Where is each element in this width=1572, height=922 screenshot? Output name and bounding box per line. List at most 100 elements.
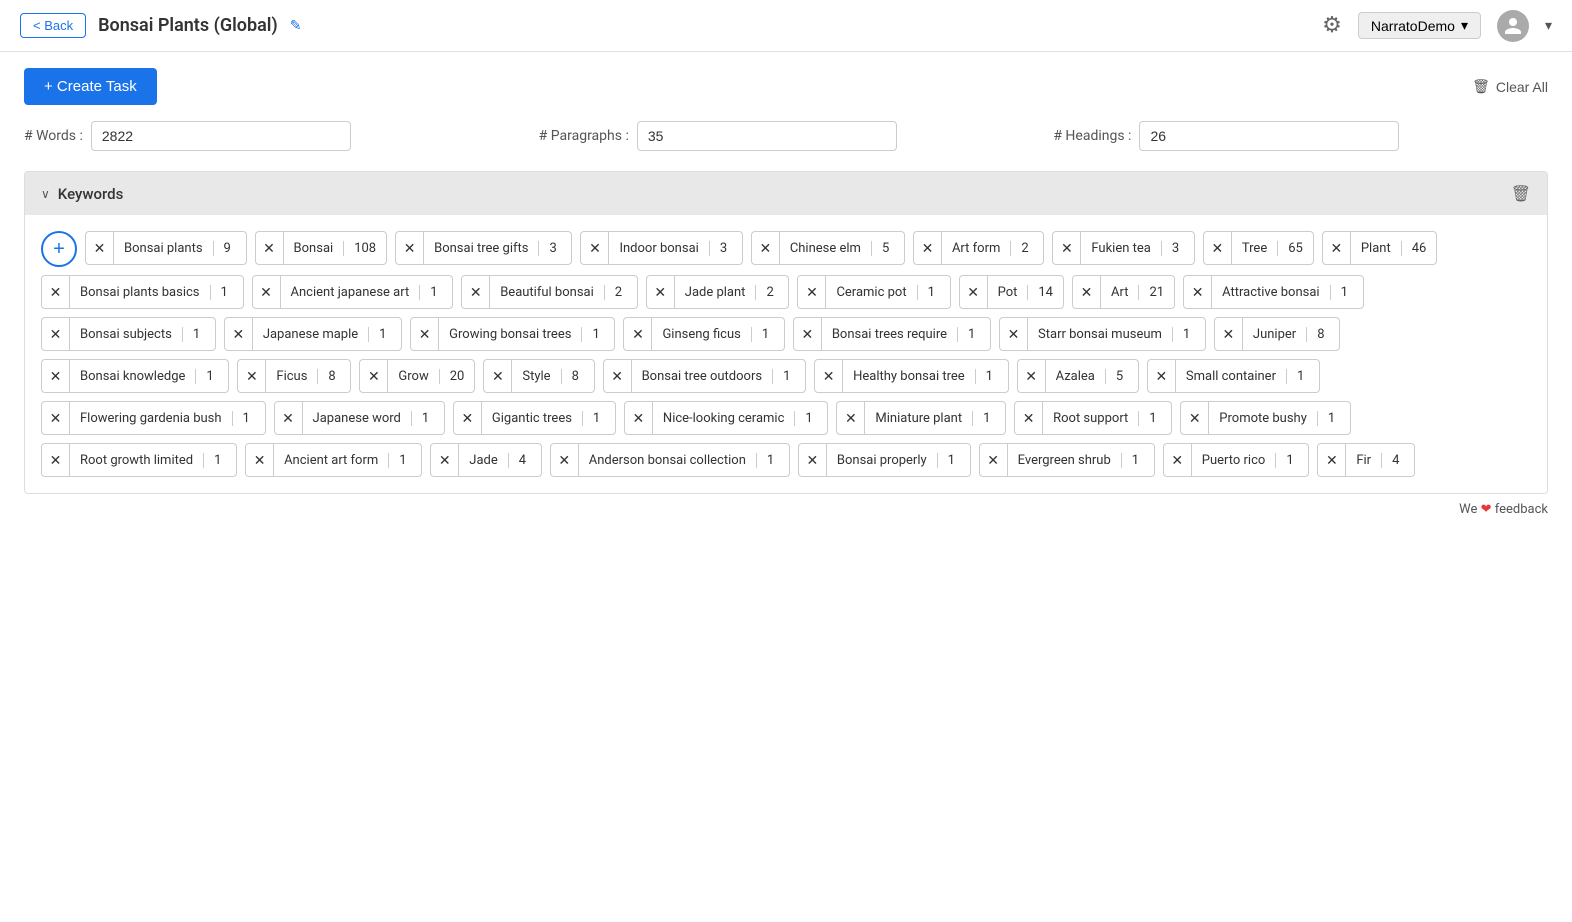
keyword-count: 1 [196, 369, 228, 384]
keyword-count: 9 [214, 241, 246, 256]
keyword-remove-button[interactable]: ✕ [1073, 275, 1101, 309]
keyword-remove-button[interactable]: ✕ [625, 401, 653, 435]
keyword-tag: ✕ Bonsai plants basics 1 [41, 275, 244, 309]
keyword-count: 1 [938, 453, 970, 468]
keyword-remove-button[interactable]: ✕ [246, 443, 274, 477]
user-dropdown[interactable]: NarratoDemo ▾ [1358, 12, 1481, 39]
keyword-remove-button[interactable]: ✕ [1164, 443, 1192, 477]
keyword-count: 2 [1011, 241, 1043, 256]
keyword-remove-button[interactable]: ✕ [238, 359, 266, 393]
keyword-remove-button[interactable]: ✕ [1323, 231, 1351, 265]
keyword-remove-button[interactable]: ✕ [647, 275, 675, 309]
keywords-delete-icon[interactable]: 🗑 [1511, 184, 1531, 203]
keyword-text: Flowering gardenia bush [70, 411, 233, 426]
keyword-tag: ✕ Anderson bonsai collection 1 [550, 443, 790, 477]
keyword-count: 1 [389, 453, 421, 468]
keyword-remove-button[interactable]: ✕ [551, 443, 579, 477]
keyword-tag: ✕ Ceramic pot 1 [797, 275, 950, 309]
avatar[interactable] [1497, 10, 1529, 42]
keyword-text: Bonsai properly [827, 453, 938, 468]
keyword-remove-button[interactable]: ✕ [256, 231, 284, 265]
keyword-tag: ✕ Plant 46 [1322, 231, 1438, 265]
keyword-text: Bonsai knowledge [70, 369, 196, 384]
keyword-remove-button[interactable]: ✕ [42, 443, 70, 477]
keyword-remove-button[interactable]: ✕ [1015, 401, 1043, 435]
keyword-remove-button[interactable]: ✕ [396, 231, 424, 265]
keyword-remove-button[interactable]: ✕ [960, 275, 988, 309]
create-task-button[interactable]: + Create Task [24, 68, 157, 105]
keyword-remove-button[interactable]: ✕ [1318, 443, 1346, 477]
keyword-remove-button[interactable]: ✕ [798, 275, 826, 309]
keyword-remove-button[interactable]: ✕ [752, 231, 780, 265]
chevron-down-icon[interactable]: ∨ [41, 187, 50, 201]
keyword-remove-button[interactable]: ✕ [624, 317, 652, 351]
keyword-remove-button[interactable]: ✕ [1148, 359, 1176, 393]
keyword-tag: ✕ Bonsai knowledge 1 [41, 359, 229, 393]
keyword-remove-button[interactable]: ✕ [42, 275, 70, 309]
trash-icon: 🗑 [1472, 78, 1490, 95]
headings-input[interactable] [1139, 121, 1399, 151]
keyword-count: 1 [1287, 369, 1319, 384]
keyword-count: 1 [583, 411, 615, 426]
keyword-remove-button[interactable]: ✕ [360, 359, 388, 393]
keyword-remove-button[interactable]: ✕ [42, 401, 70, 435]
keyword-remove-button[interactable]: ✕ [1204, 231, 1232, 265]
keyword-remove-button[interactable]: ✕ [275, 401, 303, 435]
keyword-text: Jade [459, 453, 508, 468]
keyword-remove-button[interactable]: ✕ [1053, 231, 1081, 265]
keyword-tag: ✕ Promote bushy 1 [1180, 401, 1351, 435]
keyword-remove-button[interactable]: ✕ [1000, 317, 1028, 351]
keyword-count: 4 [509, 453, 541, 468]
keyword-remove-button[interactable]: ✕ [794, 317, 822, 351]
keyword-remove-button[interactable]: ✕ [462, 275, 490, 309]
keyword-tag: ✕ Style 8 [483, 359, 594, 393]
keyword-remove-button[interactable]: ✕ [815, 359, 843, 393]
clear-all-label: Clear All [1496, 79, 1548, 95]
keyword-remove-button[interactable]: ✕ [42, 359, 70, 393]
keyword-text: Ancient art form [274, 453, 389, 468]
keyword-text: Root growth limited [70, 453, 204, 468]
keyword-remove-button[interactable]: ✕ [225, 317, 253, 351]
add-keyword-button[interactable]: + [41, 231, 77, 267]
keyword-remove-button[interactable]: ✕ [86, 231, 114, 265]
keyword-remove-button[interactable]: ✕ [604, 359, 632, 393]
clear-all-button[interactable]: 🗑 Clear All [1472, 78, 1548, 95]
keyword-remove-button[interactable]: ✕ [253, 275, 281, 309]
keyword-remove-button[interactable]: ✕ [411, 317, 439, 351]
keyword-tag: ✕ Pot 14 [959, 275, 1064, 309]
keyword-text: Healthy bonsai tree [843, 369, 976, 384]
keyword-remove-button[interactable]: ✕ [42, 317, 70, 351]
user-dropdown-arrow[interactable]: ▾ [1545, 18, 1552, 34]
header-left: < Back Bonsai Plants (Global) ✎ [20, 13, 301, 38]
keyword-count: 1 [1139, 411, 1171, 426]
keyword-remove-button[interactable]: ✕ [1018, 359, 1046, 393]
keyword-tag: ✕ Indoor bonsai 3 [580, 231, 742, 265]
words-stat: # Words : [24, 121, 519, 151]
keyword-remove-button[interactable]: ✕ [799, 443, 827, 477]
keyword-remove-button[interactable]: ✕ [1215, 317, 1243, 351]
keyword-remove-button[interactable]: ✕ [1184, 275, 1212, 309]
edit-icon[interactable]: ✎ [290, 18, 302, 34]
keyword-count: 46 [1402, 241, 1437, 256]
gear-icon[interactable]: ⚙ [1322, 13, 1342, 38]
keyword-text: Ficus [266, 369, 318, 384]
keyword-count: 1 [918, 285, 950, 300]
keyword-remove-button[interactable]: ✕ [484, 359, 512, 393]
keyword-remove-button[interactable]: ✕ [581, 231, 609, 265]
keyword-text: Pot [988, 285, 1029, 300]
keyword-tag: ✕ Jade 4 [430, 443, 541, 477]
keyword-remove-button[interactable]: ✕ [980, 443, 1008, 477]
words-input[interactable] [91, 121, 351, 151]
keyword-remove-button[interactable]: ✕ [837, 401, 865, 435]
paragraphs-input[interactable] [637, 121, 897, 151]
keyword-text: Gigantic trees [482, 411, 583, 426]
keyword-tag: ✕ Root support 1 [1014, 401, 1172, 435]
keyword-remove-button[interactable]: ✕ [431, 443, 459, 477]
back-button[interactable]: < Back [20, 13, 86, 38]
keyword-remove-button[interactable]: ✕ [914, 231, 942, 265]
keyword-remove-button[interactable]: ✕ [454, 401, 482, 435]
keyword-text: Japanese word [303, 411, 412, 426]
keyword-remove-button[interactable]: ✕ [1181, 401, 1209, 435]
keyword-text: Root support [1043, 411, 1139, 426]
keyword-count: 8 [1307, 327, 1339, 342]
